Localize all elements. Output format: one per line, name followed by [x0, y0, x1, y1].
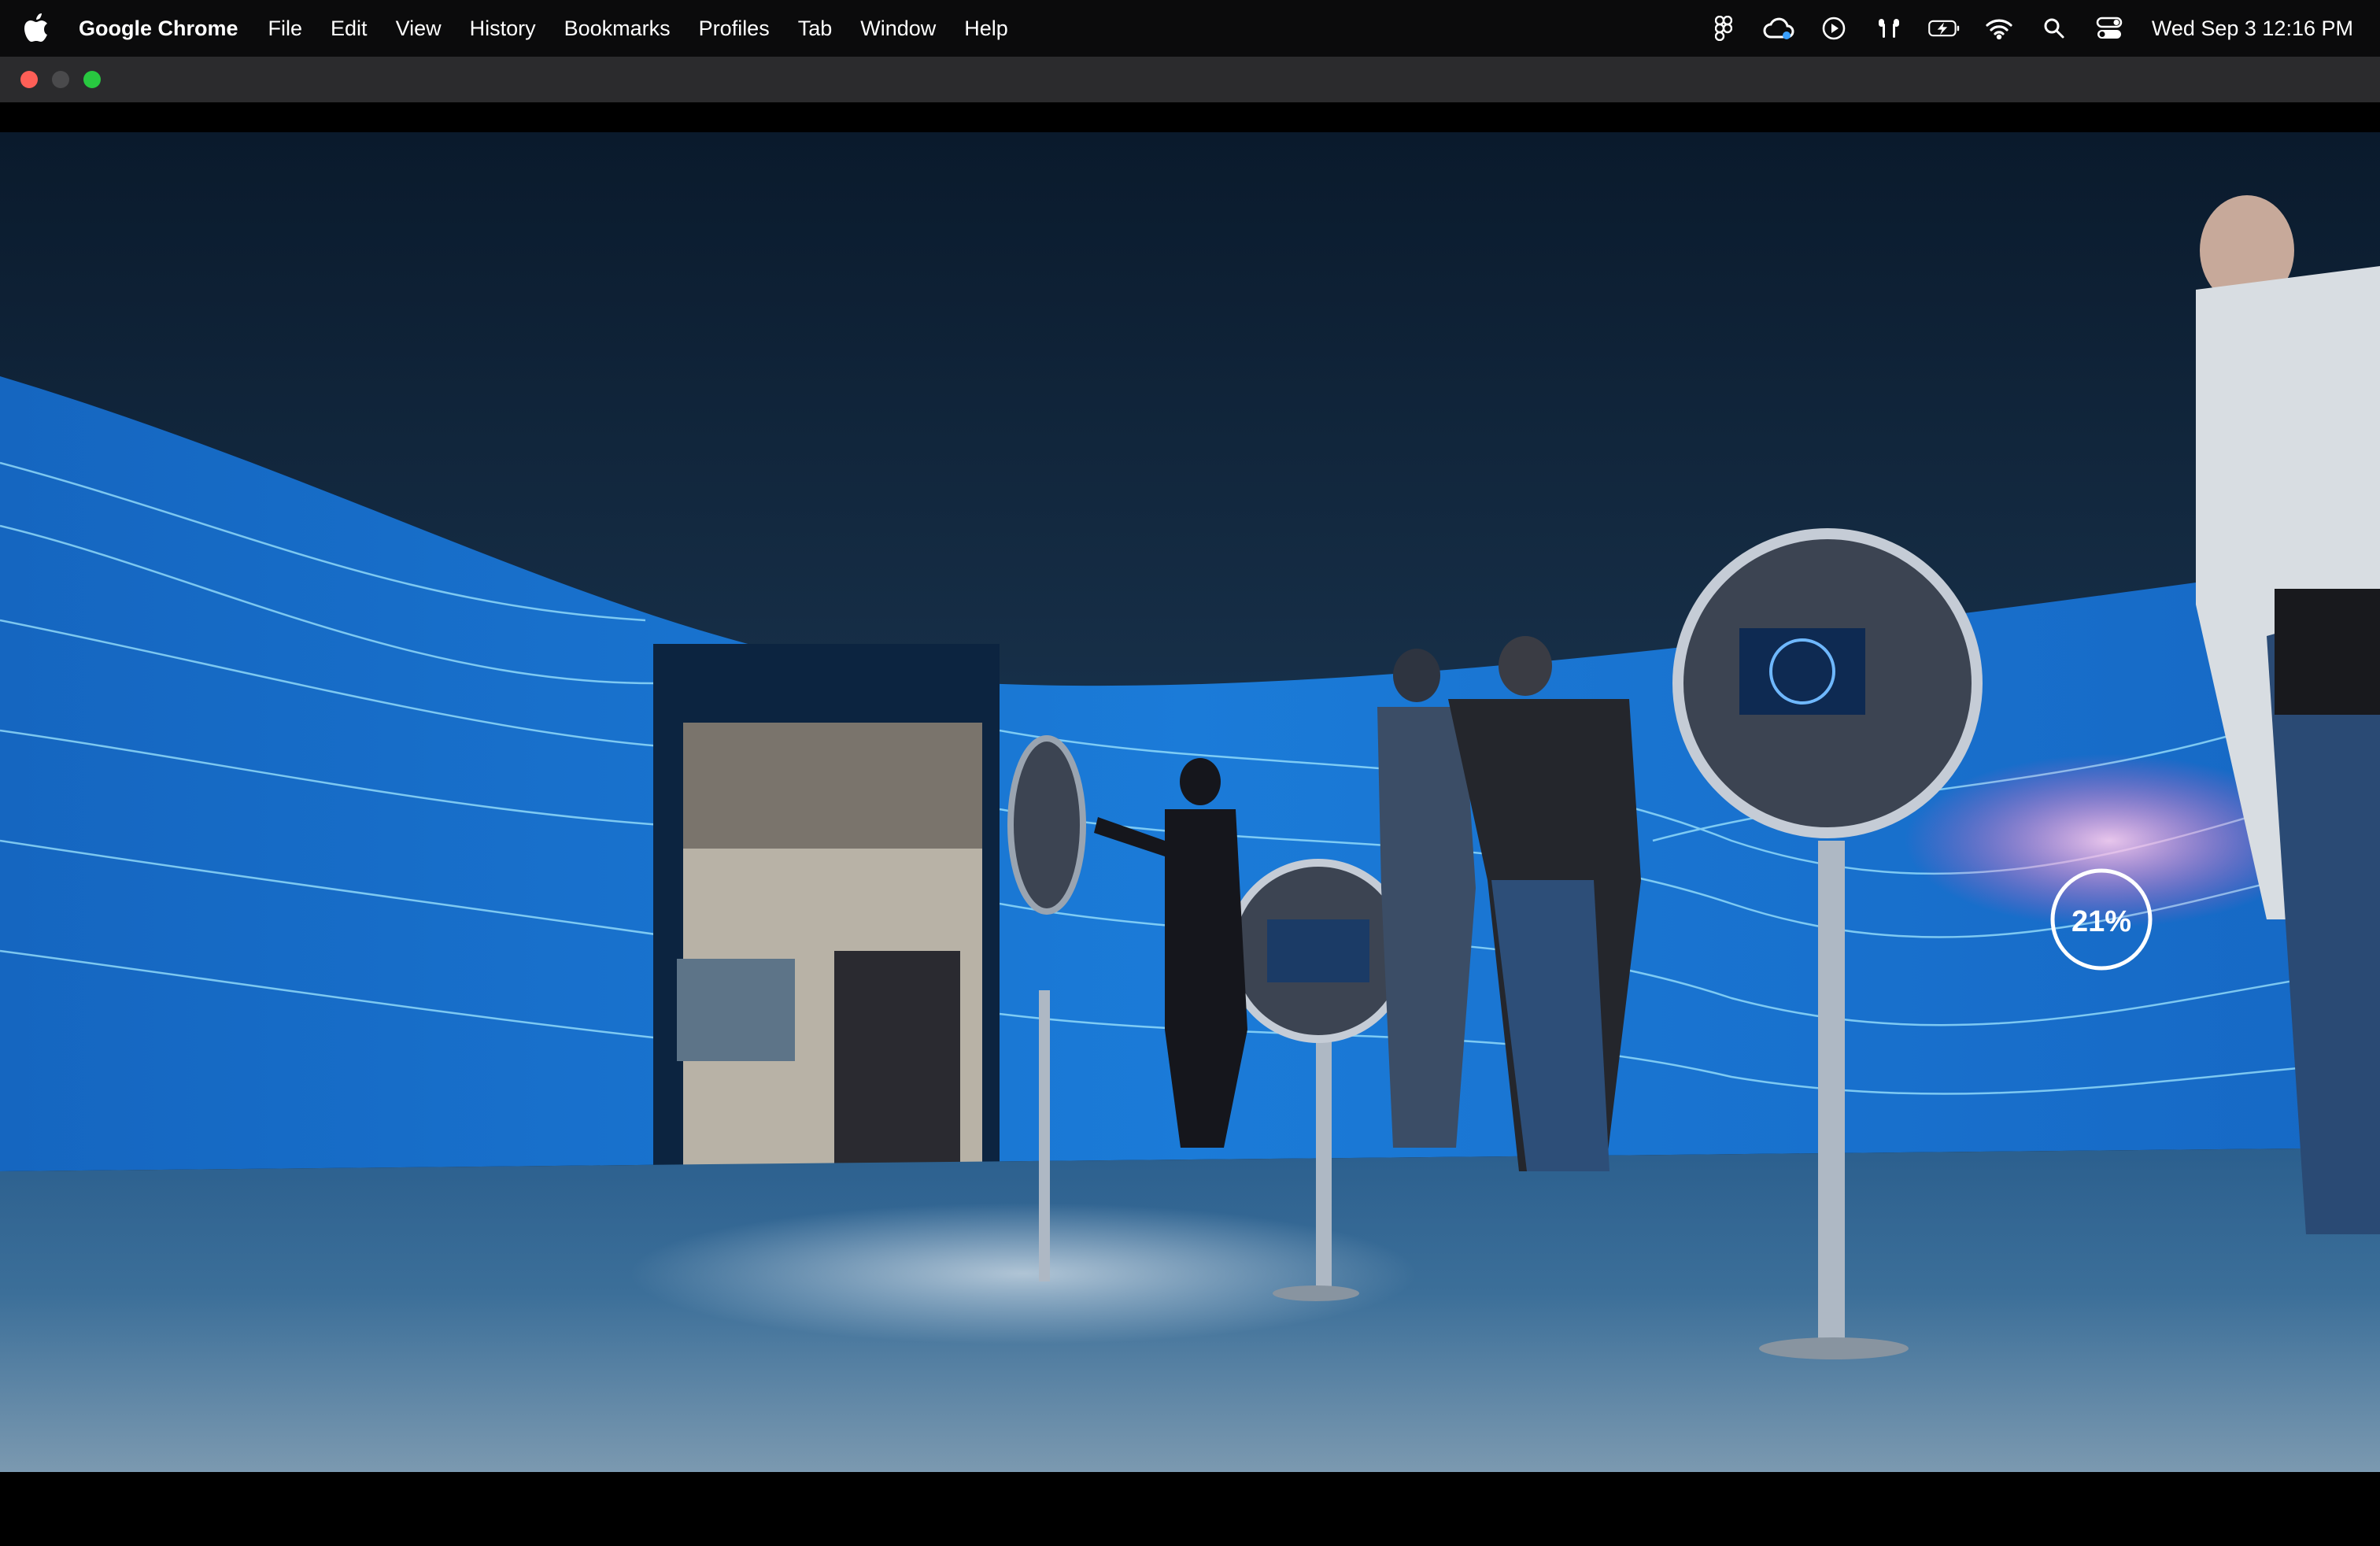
menu-view[interactable]: View — [396, 17, 442, 41]
menu-history[interactable]: History — [470, 17, 536, 41]
menu-bar: Google Chrome File Edit View History Boo… — [0, 0, 2380, 57]
wifi-icon[interactable] — [1983, 13, 2015, 44]
menu-bookmarks[interactable]: Bookmarks — [564, 17, 671, 41]
menu-tab[interactable]: Tab — [798, 17, 833, 41]
control-center-icon[interactable] — [2094, 13, 2125, 44]
menu-help[interactable]: Help — [964, 17, 1008, 41]
crowd-in-doorway — [834, 951, 960, 1171]
letterbox-bottom — [0, 1472, 2380, 1546]
play-circle-icon[interactable] — [1818, 13, 1850, 44]
menu-window[interactable]: Window — [860, 17, 936, 41]
app-name[interactable]: Google Chrome — [79, 17, 238, 41]
minimize-window-button[interactable] — [52, 71, 69, 88]
figma-icon[interactable] — [1708, 13, 1739, 44]
fullscreen-window-button[interactable] — [83, 71, 101, 88]
menu-clock[interactable]: Wed Sep 3 12:16 PM — [2152, 17, 2353, 41]
menu-file[interactable]: File — [268, 17, 303, 41]
overlay-stat: 21% — [2071, 905, 2131, 938]
window-titlebar — [0, 57, 2380, 102]
menu-profiles[interactable]: Profiles — [699, 17, 770, 41]
close-window-button[interactable] — [20, 71, 38, 88]
video-frame[interactable]: 21% — [0, 132, 2380, 1472]
menu-edit[interactable]: Edit — [331, 17, 368, 41]
battery-charging-icon[interactable] — [1928, 13, 1960, 44]
search-icon[interactable] — [2038, 13, 2070, 44]
airpods-icon[interactable] — [1873, 13, 1905, 44]
apple-menu-icon[interactable] — [24, 13, 52, 44]
doorway-sign — [677, 959, 795, 1061]
status-area: Wed Sep 3 12:16 PM — [1684, 0, 2353, 57]
letterbox-top — [0, 102, 2380, 132]
creative-cloud-icon[interactable] — [1763, 13, 1794, 44]
